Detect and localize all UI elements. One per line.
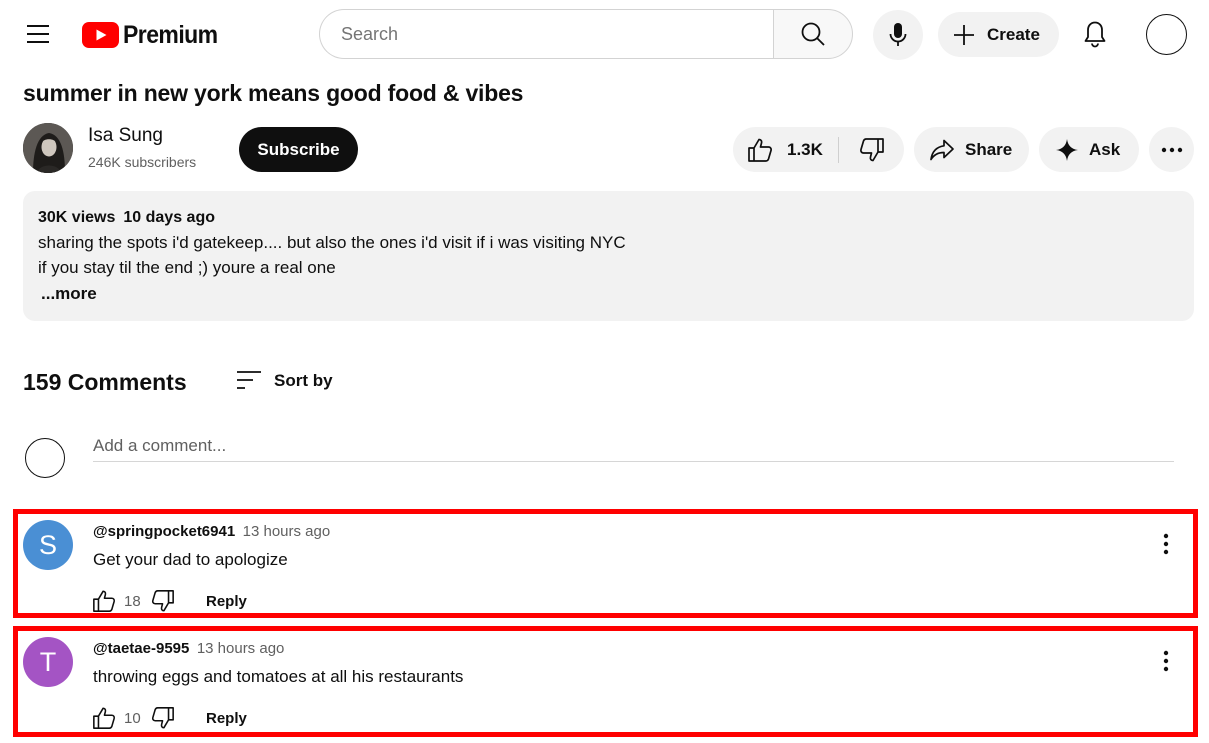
channel-avatar[interactable] (23, 123, 73, 173)
create-label: Create (987, 24, 1040, 44)
share-label: Share (965, 139, 1013, 159)
thumbs-up-icon (93, 590, 116, 612)
comment-menu-button[interactable] (1154, 649, 1178, 673)
dislike-button[interactable] (839, 127, 904, 172)
comment-header: @springpocket6941 13 hours ago (93, 523, 330, 541)
comment-like-count: 10 (124, 709, 141, 727)
more-vertical-icon (1163, 650, 1169, 672)
more-horizontal-icon (1161, 147, 1182, 152)
description-meta: 30K views 10 days ago (38, 209, 215, 227)
more-vertical-icon (1163, 533, 1169, 555)
comment-actions: 10 Reply (91, 703, 247, 733)
view-count: 30K views (38, 209, 116, 226)
comment-menu-button[interactable] (1154, 532, 1178, 556)
commenter-avatar[interactable]: S (23, 520, 73, 570)
description-line: if you stay til the end ;) youre a real … (38, 258, 336, 277)
account-avatar[interactable] (1146, 14, 1187, 55)
thumbs-up-icon (748, 138, 772, 162)
create-button[interactable]: Create (938, 12, 1059, 57)
bell-icon (1084, 21, 1106, 48)
sort-label: Sort by (274, 371, 333, 390)
avatar-letter: S (38, 529, 57, 560)
search-icon (801, 22, 825, 46)
subscribe-button[interactable]: Subscribe (239, 127, 358, 172)
like-button[interactable]: 1.3K (733, 127, 838, 172)
comment-like-button[interactable] (91, 705, 117, 731)
like-count: 1.3K (787, 139, 823, 159)
plus-icon (954, 24, 974, 45)
show-more-link[interactable]: ...more (41, 284, 97, 304)
comment-like-button[interactable] (91, 588, 117, 614)
youtube-premium-logo[interactable]: Premium (82, 20, 226, 50)
thumbs-down-icon (859, 137, 884, 161)
thumbs-down-icon (151, 590, 174, 612)
reply-button[interactable]: Reply (206, 710, 247, 727)
sparkle-icon (1056, 138, 1078, 161)
ask-button[interactable]: Ask (1039, 127, 1139, 172)
hamburger-icon (27, 25, 49, 43)
ask-label: Ask (1089, 139, 1121, 159)
comment-author[interactable]: @springpocket6941 (93, 523, 235, 540)
comment-text: throwing eggs and tomatoes at all his re… (93, 667, 464, 686)
voice-search-button[interactable] (873, 10, 923, 60)
share-button[interactable]: Share (914, 127, 1029, 172)
upload-date: 10 days ago (123, 209, 215, 226)
comments-count: 159 Comments (23, 369, 187, 395)
search-button[interactable] (773, 9, 853, 59)
comment-dislike-button[interactable] (150, 705, 176, 731)
top-bar: Premium Create (0, 0, 1209, 68)
thumbs-up-icon (93, 707, 116, 729)
menu-button[interactable] (18, 14, 58, 54)
add-comment-input[interactable] (93, 430, 1174, 462)
video-title: summer in new york means good food & vib… (23, 80, 524, 106)
commenter-avatar[interactable]: T (23, 637, 73, 687)
more-actions-button[interactable] (1149, 127, 1194, 172)
avatar-letter: T (39, 646, 57, 677)
user-avatar (25, 438, 65, 478)
like-dislike-group: 1.3K (733, 127, 904, 172)
sort-icon (237, 371, 261, 389)
description-box[interactable]: 30K views 10 days ago sharing the spots i… (23, 191, 1194, 321)
comment-time[interactable]: 13 hours ago (243, 523, 331, 540)
comment-highlight: S @springpocket6941 13 hours ago Get you… (13, 509, 1198, 618)
channel-name[interactable]: Isa Sung (88, 125, 163, 147)
sort-by-button[interactable]: Sort by (236, 366, 333, 396)
comment-header: @taetae-9595 13 hours ago (93, 640, 284, 658)
search-box (319, 9, 774, 59)
reply-button[interactable]: Reply (206, 593, 247, 610)
description-line: sharing the spots i'd gatekeep.... but a… (38, 233, 626, 252)
comment-dislike-button[interactable] (150, 588, 176, 614)
comment-text: Get your dad to apologize (93, 550, 288, 569)
youtube-logo-icon (82, 22, 119, 48)
share-icon (930, 139, 954, 160)
logo-text: Premium (123, 20, 218, 49)
comment-highlight: T @taetae-9595 13 hours ago throwing egg… (13, 626, 1198, 737)
comment-author[interactable]: @taetae-9595 (93, 640, 189, 657)
comment-like-count: 18 (124, 592, 141, 610)
microphone-icon (889, 23, 907, 46)
thumbs-down-icon (151, 707, 174, 729)
subscriber-count: 246K subscribers (88, 154, 197, 170)
search-input[interactable] (341, 23, 774, 45)
channel-photo (23, 123, 73, 173)
comment-actions: 18 Reply (91, 586, 247, 616)
notifications-button[interactable] (1072, 11, 1118, 57)
comment-time[interactable]: 13 hours ago (197, 640, 285, 657)
